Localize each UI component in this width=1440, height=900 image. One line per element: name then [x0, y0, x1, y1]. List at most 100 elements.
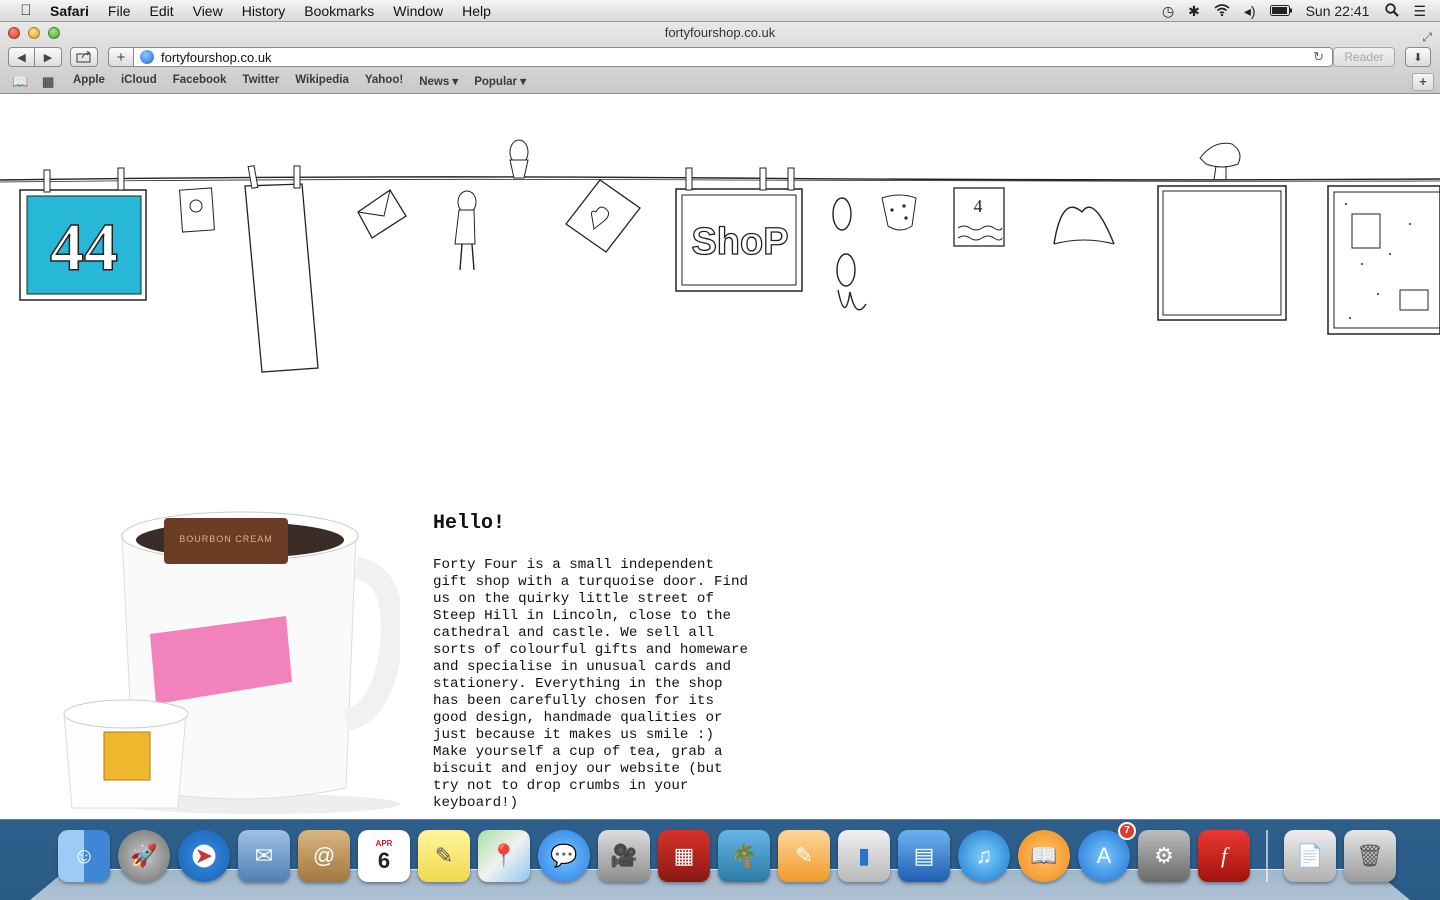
window-chrome: fortyfourshop.co.uk ⤢ ◀ ▶ + fortyfoursho… [0, 22, 1440, 94]
intro-section: Hello! Forty Four is a small independent… [433, 512, 778, 812]
bookmark-wikipedia[interactable]: Wikipedia [295, 74, 349, 88]
globe-icon [140, 50, 154, 64]
messages-icon[interactable]: 💬 [538, 830, 590, 882]
menu-edit[interactable]: Edit [149, 3, 173, 19]
notes-icon[interactable]: ✎ [418, 830, 470, 882]
svg-text:4: 4 [974, 196, 983, 216]
calendar-icon[interactable]: APR 6 [358, 830, 410, 882]
empty-frame-item[interactable] [1157, 185, 1287, 321]
dock: ☺ 🚀 ➤ ✉ @ APR 6 ✎ 📍 💬 🎥 ▦ 🌴 ✎ ▮ ▤ ♫ 📖 A … [30, 822, 1410, 900]
bookmark-twitter[interactable]: Twitter [242, 74, 279, 88]
mug-photo: BOURBON CREAM [63, 511, 400, 814]
spotlight-icon[interactable] [1385, 2, 1400, 20]
forward-button[interactable]: ▶ [35, 47, 62, 67]
menu-file[interactable]: File [108, 3, 131, 19]
bunny-item[interactable] [454, 190, 477, 271]
top-sites-icon[interactable]: ▦ [42, 74, 54, 90]
bookmark-apple[interactable]: Apple [73, 74, 105, 88]
app-menu[interactable]: Safari [50, 3, 89, 19]
mail-icon[interactable]: ✉ [238, 830, 290, 882]
page-heading: Hello! [433, 512, 506, 535]
back-button[interactable]: ◀ [8, 47, 35, 67]
calendar-month: APR [375, 838, 393, 848]
menu-history[interactable]: History [242, 3, 286, 19]
trash-icon[interactable]: 🗑 [1344, 830, 1396, 882]
menu-bookmarks[interactable]: Bookmarks [304, 3, 374, 19]
launchpad-icon[interactable]: 🚀 [118, 830, 170, 882]
title-bar: fortyfourshop.co.uk ⤢ [0, 22, 1440, 44]
safari-window: fortyfourshop.co.uk ⤢ ◀ ▶ + fortyfoursho… [0, 22, 1440, 820]
volume-icon[interactable]: ◂) [1244, 3, 1256, 20]
facetime-icon[interactable]: 🎥 [598, 830, 650, 882]
time-machine-icon[interactable]: ◷ [1162, 3, 1174, 20]
notice-board-item[interactable] [1327, 185, 1440, 335]
bookmark-news-folder[interactable]: News ▾ [419, 74, 458, 88]
washing-line-illustration: 44 ShoP 4 [0, 139, 1440, 373]
calendar-day: 6 [377, 847, 391, 873]
menu-view[interactable]: View [193, 3, 223, 19]
shop-sign-text: ShoP [691, 221, 788, 263]
reader-button[interactable]: Reader [1333, 47, 1395, 67]
iphoto-icon[interactable]: 🌴 [718, 830, 770, 882]
bluetooth-icon[interactable]: ✱ [1188, 3, 1200, 20]
menu-window[interactable]: Window [393, 3, 443, 19]
share-icon [76, 51, 91, 63]
address-bar[interactable]: fortyfourshop.co.uk ↻ [133, 47, 1333, 67]
minimize-window-button[interactable] [28, 27, 40, 39]
finder-icon[interactable]: ☺ [58, 830, 110, 882]
zoom-window-button[interactable] [48, 27, 60, 39]
reload-icon[interactable]: ↻ [1313, 49, 1324, 65]
safari-icon[interactable]: ➤ [178, 830, 230, 882]
new-tab-button[interactable]: + [1412, 73, 1434, 91]
tag-item[interactable] [244, 183, 319, 373]
menu-clock[interactable]: Sun 22:41 [1306, 3, 1370, 19]
apple-menu-icon[interactable]:  [16, 2, 36, 19]
bra-item[interactable] [1053, 206, 1115, 245]
itunes-icon[interactable]: ♫ [958, 830, 1010, 882]
menu-help[interactable]: Help [462, 3, 491, 19]
reading-list-icon[interactable]: 📖 [12, 74, 28, 90]
egg-cup-item[interactable] [509, 139, 529, 179]
bird-item[interactable] [1199, 142, 1241, 181]
close-window-button[interactable] [8, 27, 20, 39]
app-store-badge: 7 [1118, 822, 1136, 840]
web-page: 44 ShoP 4 BOURBON CREAM Hello! Forty Fou… [0, 94, 1440, 819]
downloads-button[interactable]: ⬇ [1405, 47, 1431, 67]
app-store-icon[interactable]: A 7 [1078, 822, 1136, 882]
pages-icon[interactable]: ✎ [778, 830, 830, 882]
underwear-item[interactable] [881, 194, 917, 231]
photo-item[interactable] [179, 187, 215, 233]
wifi-icon[interactable] [1214, 3, 1230, 19]
bikini-item[interactable] [832, 197, 867, 311]
window-title: fortyfourshop.co.uk [664, 25, 776, 40]
keynote-icon[interactable]: ▤ [898, 830, 950, 882]
bookmark-icloud[interactable]: iCloud [121, 74, 157, 88]
logo-44-link[interactable]: 44 [19, 189, 147, 301]
flash-icon[interactable]: f [1198, 830, 1250, 882]
share-button[interactable] [70, 47, 98, 67]
ibooks-icon[interactable]: 📖 [1018, 830, 1070, 882]
mug-biscuit-print: BOURBON CREAM [179, 534, 273, 544]
maps-icon[interactable]: 📍 [478, 830, 530, 882]
add-bookmark-button[interactable]: + [108, 47, 134, 67]
calendar-card-item[interactable]: 4 [953, 187, 1005, 247]
bookmarks-bar: 📖 ▦ Apple iCloud Facebook Twitter Wikipe… [0, 70, 1440, 94]
documents-icon[interactable]: 📄 [1284, 830, 1336, 882]
contacts-icon[interactable]: @ [298, 830, 350, 882]
photo-booth-icon[interactable]: ▦ [658, 830, 710, 882]
shop-sign-link[interactable]: ShoP [675, 188, 803, 292]
envelope-item[interactable] [357, 189, 407, 239]
notification-center-icon[interactable]: ☰ [1413, 3, 1426, 20]
system-preferences-icon[interactable]: ⚙ [1138, 830, 1190, 882]
plus-icon: + [116, 48, 126, 66]
battery-icon[interactable] [1269, 3, 1292, 19]
bookmark-facebook[interactable]: Facebook [173, 74, 227, 88]
forward-arrow-icon: ▶ [43, 51, 53, 64]
numbers-icon[interactable]: ▮ [838, 830, 890, 882]
dock-separator [1266, 830, 1268, 882]
intro-paragraph: Forty Four is a small independent gift s… [433, 557, 749, 811]
bookmark-yahoo[interactable]: Yahoo! [365, 74, 403, 88]
notepad-heart-item[interactable] [565, 179, 641, 253]
bookmark-popular-folder[interactable]: Popular ▾ [474, 74, 526, 88]
back-arrow-icon: ◀ [17, 51, 26, 64]
